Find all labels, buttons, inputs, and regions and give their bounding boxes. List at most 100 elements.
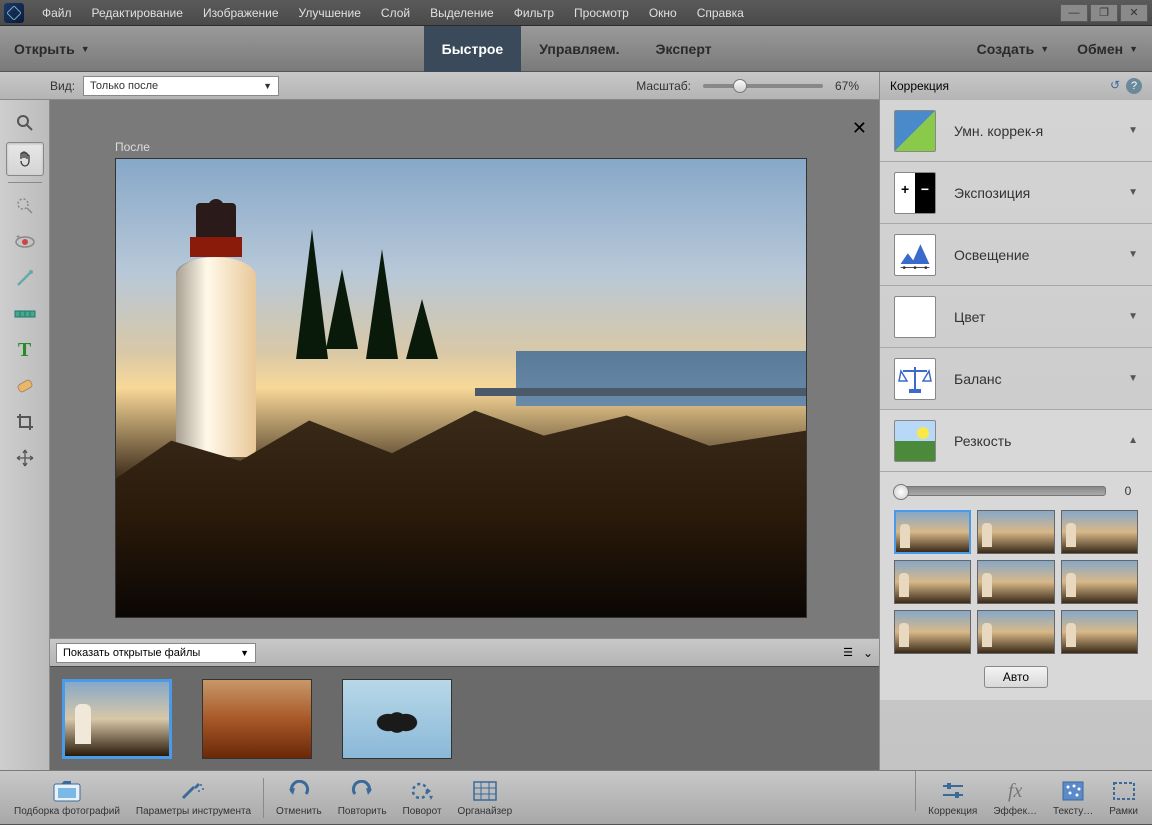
straighten-tool[interactable] — [6, 297, 44, 331]
menu-edit[interactable]: Редактирование — [82, 0, 193, 26]
tool-options-button[interactable]: Параметры инструмента — [128, 771, 259, 825]
sharp-preset-3[interactable] — [1061, 510, 1138, 554]
adj-sharpness[interactable]: Резкость ▲ — [880, 410, 1152, 472]
sharp-preset-6[interactable] — [1061, 560, 1138, 604]
sharp-preset-9[interactable] — [1061, 610, 1138, 654]
app-icon — [4, 3, 24, 23]
top-toolbar: Открыть▼ Быстрое Управляем. Эксперт Созд… — [0, 26, 1152, 72]
list-icon[interactable]: ☰ — [843, 646, 853, 660]
effects-button[interactable]: fx Эффек… — [985, 771, 1045, 825]
help-icon[interactable]: ? — [1126, 78, 1142, 94]
move-tool[interactable] — [6, 441, 44, 475]
close-document-button[interactable]: ✕ — [852, 118, 867, 139]
open-files-dropdown[interactable]: Показать открытые файлы ▼ — [56, 643, 256, 663]
frames-icon — [1112, 778, 1136, 804]
share-button[interactable]: Обмен▼ — [1063, 26, 1152, 72]
thumbnail-2[interactable] — [202, 679, 312, 759]
svg-text:▾: ▾ — [429, 793, 433, 802]
sharp-preset-1[interactable] — [894, 510, 971, 554]
undo-button[interactable]: Отменить — [268, 771, 330, 825]
bb-label: Тексту… — [1053, 806, 1093, 817]
mode-expert[interactable]: Эксперт — [638, 26, 730, 72]
sharp-preset-8[interactable] — [977, 610, 1054, 654]
menu-select[interactable]: Выделение — [420, 0, 504, 26]
bb-label: Органайзер — [458, 806, 513, 817]
separator — [915, 771, 916, 811]
adj-lighting[interactable]: Освещение ▼ — [880, 224, 1152, 286]
crop-tool[interactable] — [6, 405, 44, 439]
menubar: Файл Редактирование Изображение Улучшени… — [0, 0, 1152, 26]
rotate-icon: ▾ — [409, 778, 435, 804]
adj-smart-fix[interactable]: Умн. коррек-я ▼ — [880, 100, 1152, 162]
mode-guided[interactable]: Управляем. — [521, 26, 637, 72]
sharpness-slider[interactable] — [894, 486, 1106, 496]
view-dropdown[interactable]: Только после ▼ — [83, 76, 279, 96]
zoom-tool[interactable] — [6, 106, 44, 140]
frames-button[interactable]: Рамки — [1101, 771, 1146, 825]
menu-layer[interactable]: Слой — [371, 0, 420, 26]
menu-filter[interactable]: Фильтр — [504, 0, 564, 26]
adjustments-button[interactable]: Коррекция — [920, 771, 985, 825]
chevron-down-icon: ▼ — [1040, 44, 1049, 54]
window-close[interactable]: ✕ — [1120, 4, 1148, 22]
sharpness-icon — [894, 420, 936, 462]
create-button[interactable]: Создать ▼ — [963, 26, 1064, 72]
chevron-down-icon: ▼ — [81, 44, 90, 54]
window-maximize[interactable]: ❐ — [1090, 4, 1118, 22]
chevron-down-icon: ▼ — [1128, 249, 1138, 260]
adj-label: Резкость — [954, 433, 1011, 449]
menu-view[interactable]: Просмотр — [564, 0, 639, 26]
whiten-teeth-tool[interactable] — [6, 261, 44, 295]
canvas-area: ✕ После Показать открытые файлы ▼ — [50, 100, 879, 770]
hand-tool[interactable] — [6, 142, 44, 176]
sharp-preset-5[interactable] — [977, 560, 1054, 604]
thumbnail-3[interactable] — [342, 679, 452, 759]
auto-button[interactable]: Авто — [984, 666, 1048, 688]
zoom-slider[interactable] — [703, 84, 823, 88]
menu-image[interactable]: Изображение — [193, 0, 289, 26]
adj-label: Баланс — [954, 371, 1002, 387]
sharp-preset-4[interactable] — [894, 560, 971, 604]
mode-tabs: Быстрое Управляем. Эксперт — [424, 26, 730, 72]
panel-header: Коррекция ↺ ? — [879, 72, 1152, 100]
photo-bin-icon — [53, 778, 81, 804]
menu-window[interactable]: Окно — [639, 0, 687, 26]
menu-help[interactable]: Справка — [687, 0, 754, 26]
image-canvas[interactable] — [115, 158, 807, 618]
window-minimize[interactable]: — — [1060, 4, 1088, 22]
photo-bin-button[interactable]: Подборка фотографий — [6, 771, 128, 825]
sharpness-slider-handle[interactable] — [893, 484, 909, 500]
canvas-container: После — [50, 100, 879, 638]
rotate-button[interactable]: ▾ Поворот — [395, 771, 450, 825]
bb-label: Поворот — [403, 806, 442, 817]
adj-color[interactable]: Цвет ▼ — [880, 286, 1152, 348]
mode-quick[interactable]: Быстрое — [424, 26, 522, 72]
view-value: Только после — [90, 80, 158, 92]
adj-balance[interactable]: Баланс ▼ — [880, 348, 1152, 410]
zoom-slider-handle[interactable] — [733, 79, 747, 93]
bottom-bar: Подборка фотографий Параметры инструмент… — [0, 770, 1152, 824]
open-files-label: Показать открытые файлы — [63, 647, 200, 659]
reset-icon[interactable]: ↺ — [1110, 78, 1120, 94]
spot-heal-tool[interactable] — [6, 369, 44, 403]
menu-file[interactable]: Файл — [32, 0, 82, 26]
view-label: Вид: — [50, 79, 75, 93]
thumbnail-1[interactable] — [62, 679, 172, 759]
redo-button[interactable]: Повторить — [330, 771, 395, 825]
photo-bin — [50, 666, 879, 770]
collapse-icon[interactable]: ⌄ — [863, 646, 873, 660]
redeye-tool[interactable]: + — [6, 225, 44, 259]
sharp-preset-7[interactable] — [894, 610, 971, 654]
adj-exposure[interactable]: Экспозиция ▼ — [880, 162, 1152, 224]
menu-enhance[interactable]: Улучшение — [289, 0, 371, 26]
bb-label: Рамки — [1109, 806, 1138, 817]
open-button[interactable]: Открыть▼ — [0, 26, 104, 72]
create-label: Создать — [977, 41, 1035, 57]
organizer-button[interactable]: Органайзер — [450, 771, 521, 825]
text-tool[interactable]: T — [6, 333, 44, 367]
panel-title: Коррекция — [890, 79, 949, 93]
quick-select-tool[interactable] — [6, 189, 44, 223]
textures-button[interactable]: Тексту… — [1045, 771, 1101, 825]
chevron-down-icon: ▼ — [240, 648, 249, 658]
sharp-preset-2[interactable] — [977, 510, 1054, 554]
